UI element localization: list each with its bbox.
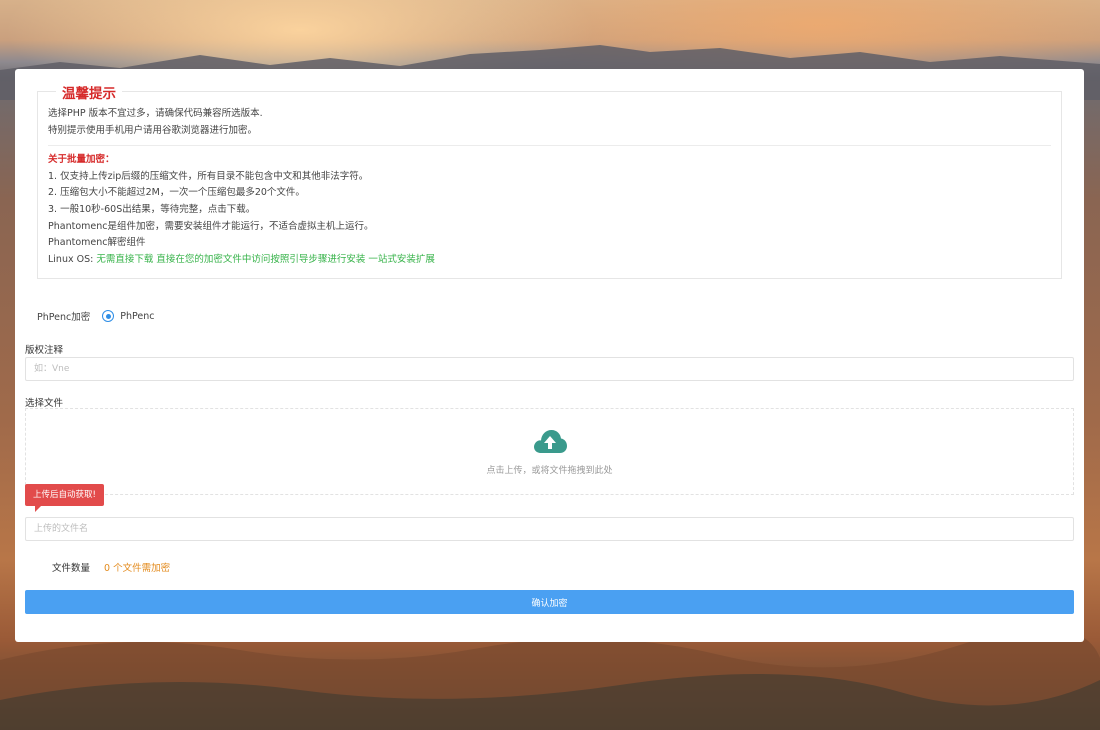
copyright-label: 版权注释 bbox=[25, 345, 64, 356]
confirm-encrypt-button[interactable]: 确认加密 bbox=[25, 590, 1074, 614]
encrypt-type-label: PhPenc加密 bbox=[37, 312, 91, 323]
phpenc-radio[interactable] bbox=[102, 310, 115, 322]
file-count-value: 0 个文件需加密 bbox=[104, 563, 171, 574]
notice-title: 温馨提示 bbox=[56, 82, 122, 102]
notice-line-2: 特别提示使用手机用户请用谷歌浏览器进行加密。 bbox=[48, 124, 258, 136]
upload-dropzone[interactable]: 点击上传，或将文件拖拽到此处 bbox=[25, 408, 1074, 495]
upload-hint: 点击上传，或将文件拖拽到此处 bbox=[486, 466, 613, 476]
cloud-upload-icon bbox=[533, 430, 567, 453]
phpenc-radio-label[interactable]: PhPenc bbox=[120, 311, 154, 322]
batch-title: 关于批量加密： bbox=[48, 154, 115, 166]
file-count-row: 文件数量 0 个文件需加密 bbox=[52, 560, 170, 574]
notice-line-1: 选择PHP 版本不宜过多，请确保代码兼容所选版本. bbox=[48, 108, 263, 119]
main-card: 温馨提示 选择PHP 版本不宜过多，请确保代码兼容所选版本. 特别提示使用手机用… bbox=[15, 69, 1084, 642]
batch-item-1: 1. 仅支持上传zip后缀的压缩文件，所有目录不能包含中文和其他非法字符。 bbox=[48, 170, 369, 182]
batch-item-2: 2. 压缩包大小不能超过2M，一次一个压缩包最多20个文件。 bbox=[48, 187, 305, 199]
notice-divider bbox=[48, 145, 1051, 147]
linux-os-label: Linux OS: bbox=[48, 253, 97, 265]
filename-input[interactable] bbox=[25, 517, 1074, 541]
phantomenc-component: Phantomenc解密组件 bbox=[48, 237, 146, 249]
notice-box: 温馨提示 选择PHP 版本不宜过多，请确保代码兼容所选版本. 特别提示使用手机用… bbox=[37, 82, 1062, 279]
linux-install-link[interactable]: 无需直接下载 直接在您的加密文件中访问按照引导步骤进行安装 一站式安装扩展 bbox=[96, 254, 435, 265]
file-count-label: 文件数量 bbox=[52, 563, 91, 574]
phantomenc-note: Phantomenc是组件加密，需要安装组件才能运行，不适合虚拟主机上运行。 bbox=[48, 220, 374, 232]
file-label: 选择文件 bbox=[25, 398, 64, 409]
auto-fetch-tip: 上传后自动获取! bbox=[25, 484, 104, 512]
copyright-input[interactable] bbox=[25, 357, 1074, 381]
linux-os-line: Linux OS: 无需直接下载 直接在您的加密文件中访问按照引导步骤进行安装 … bbox=[48, 252, 1051, 269]
encrypt-type-row: PhPenc加密 PhPenc bbox=[37, 309, 154, 323]
batch-item-3: 3. 一般10秒-60S出结果，等待完整，点击下载。 bbox=[48, 203, 256, 215]
background-hills bbox=[0, 630, 1100, 730]
